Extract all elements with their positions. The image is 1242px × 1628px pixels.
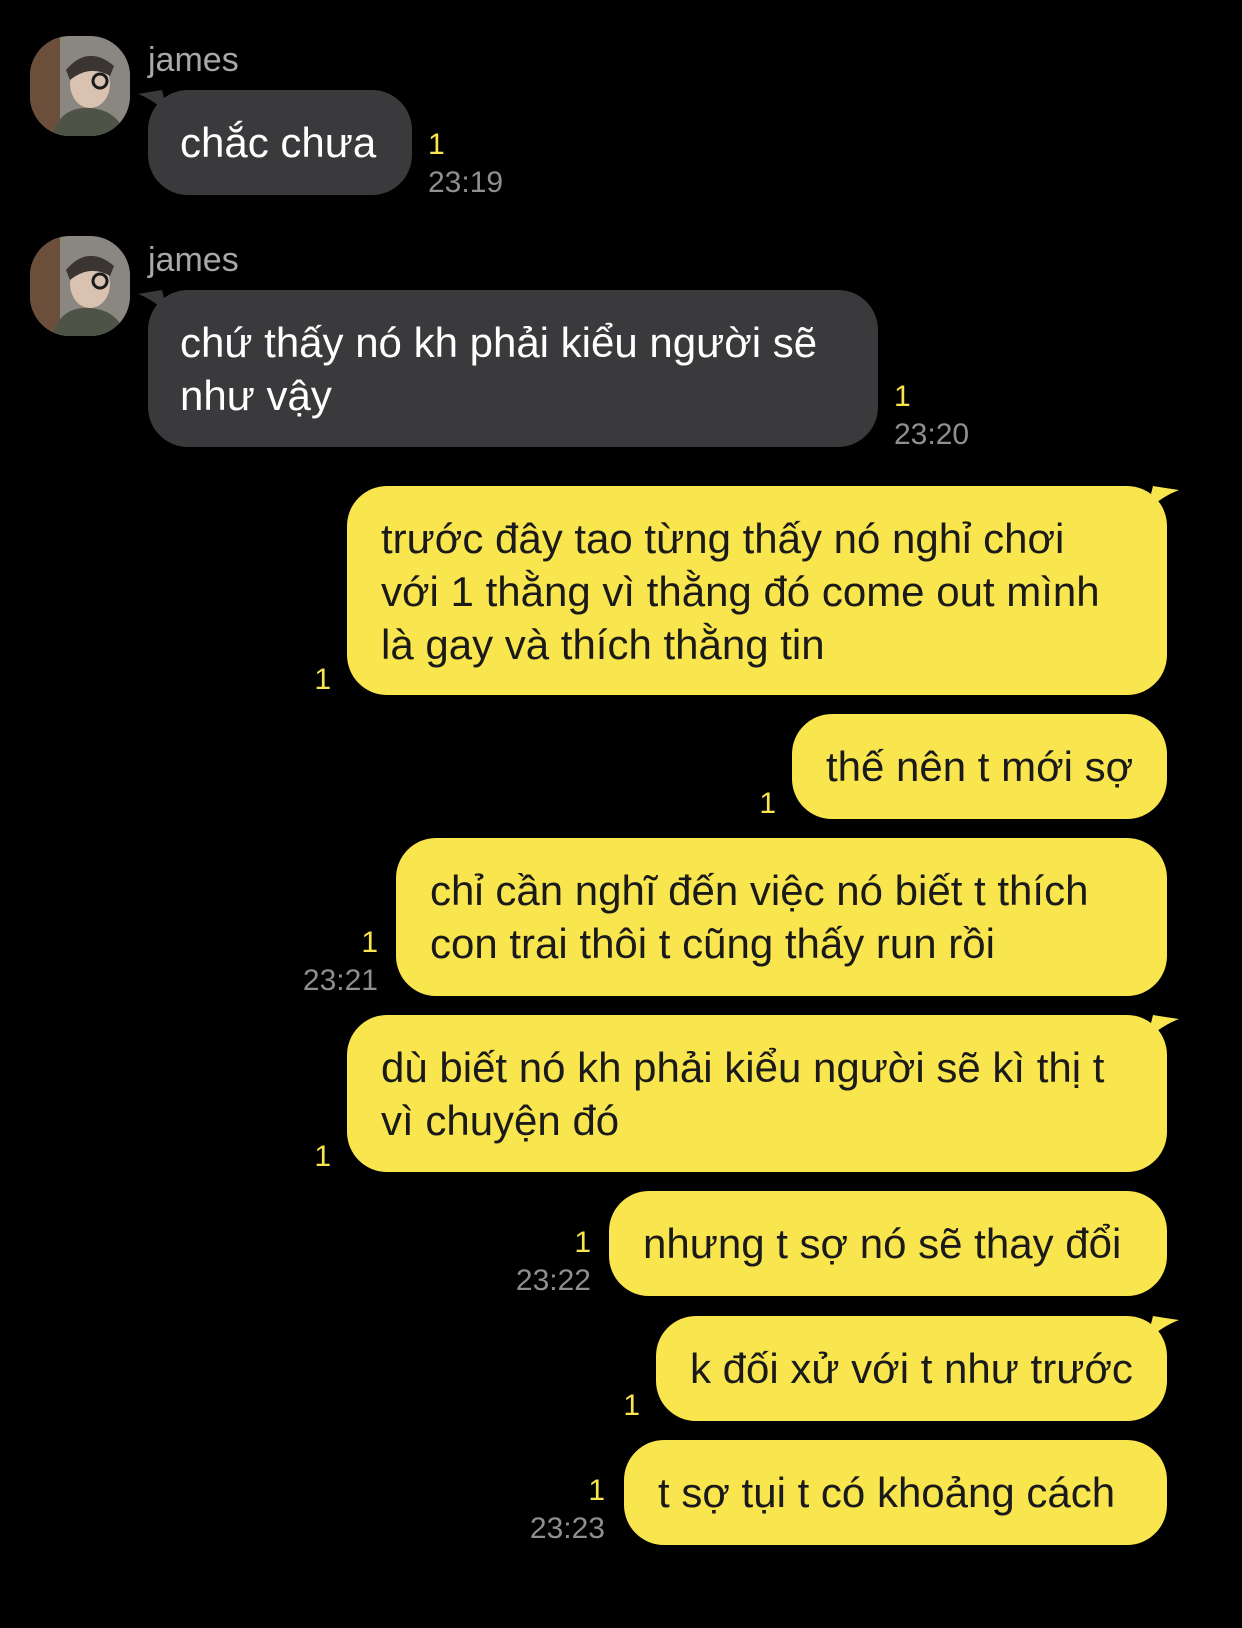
message-text: vì chuyện đó [381, 1097, 620, 1144]
avatar[interactable] [30, 36, 130, 136]
message-bubble-outgoing[interactable]: dù biết nó kh phải kiểu người sẽ kì thị … [347, 1015, 1179, 1172]
message-meta: 1 [314, 1138, 331, 1176]
message-timestamp: 23:23 [529, 1512, 605, 1545]
message-text: với 1 thằng vì thằng đó come out mình [381, 568, 1100, 615]
message-timestamp: 23:20 [894, 418, 970, 451]
message-bubble-outgoing[interactable]: chỉ cần nghĩ đến việc nó biết t thích co… [396, 838, 1167, 996]
unread-count: 1 [361, 926, 378, 959]
bubble-tail [138, 90, 168, 114]
message-text: chắc chưa [180, 119, 377, 166]
message-bubble-outgoing[interactable]: t sợ tụi t có khoảng cách [624, 1440, 1167, 1545]
unread-count: 1 [314, 663, 331, 696]
unread-count: 1 [759, 787, 776, 820]
message-bubble-incoming[interactable]: chứ thấy nó kh phải kiểu người sẽ như vậ… [138, 290, 878, 447]
message-text: nhưng t sợ nó sẽ thay đổi [643, 1220, 1122, 1267]
message-meta: 1 23:19 [428, 126, 503, 202]
message-text: t sợ tụi t có khoảng cách [658, 1469, 1116, 1516]
message-meta: 1 [623, 1387, 640, 1425]
unread-count: 1 [588, 1474, 605, 1507]
unread-count: 1 [623, 1389, 640, 1422]
message-meta: 1 23:21 [303, 924, 378, 1000]
message-meta: 1 23:20 [894, 378, 969, 454]
message-meta: 1 [314, 661, 331, 699]
message-meta: 1 23:23 [530, 1472, 605, 1548]
message-text: thế nên t mới sợ [826, 743, 1134, 790]
message-bubble-outgoing[interactable]: k đối xử với t như trước [656, 1316, 1179, 1421]
person-avatar-icon [30, 36, 130, 136]
message-meta: 1 [759, 785, 776, 823]
message-text: trước đây tao từng thấy nó nghỉ chơi [381, 515, 1065, 562]
message-text: chứ thấy nó kh phải kiểu người sẽ [180, 319, 818, 366]
unread-count: 1 [574, 1226, 591, 1259]
bubble-tail [1147, 1316, 1179, 1340]
message-bubble-outgoing[interactable]: trước đây tao từng thấy nó nghỉ chơi với… [347, 486, 1179, 695]
person-avatar-icon [30, 236, 130, 336]
unread-count: 1 [428, 128, 445, 161]
message-text: k đối xử với t như trước [690, 1345, 1133, 1392]
message-bubble-outgoing[interactable]: nhưng t sợ nó sẽ thay đổi [609, 1191, 1167, 1296]
bubble-tail [1147, 486, 1179, 510]
message-text: chỉ cần nghĩ đến việc nó biết t thích [430, 867, 1089, 914]
message-text: như vậy [180, 372, 332, 419]
bubble-tail [1147, 1015, 1179, 1039]
message-text: dù biết nó kh phải kiểu người sẽ kì thị … [381, 1044, 1105, 1091]
sender-name: james [148, 41, 239, 79]
sender-name: james [148, 241, 239, 279]
chat-message-list[interactable]: james chắc chưa 1 23:19 james chứ thấy n… [0, 0, 1242, 1628]
message-meta: 1 23:22 [516, 1224, 591, 1300]
message-timestamp: 23:19 [428, 166, 504, 199]
bubble-tail [138, 290, 168, 314]
message-timestamp: 23:22 [515, 1264, 591, 1297]
message-bubble-outgoing[interactable]: thế nên t mới sợ [792, 714, 1167, 819]
message-timestamp: 23:21 [302, 964, 378, 997]
message-text: con trai thôi t cũng thấy run rồi [430, 920, 995, 967]
unread-count: 1 [314, 1140, 331, 1173]
avatar[interactable] [30, 236, 130, 336]
message-bubble-incoming[interactable]: chắc chưa [138, 90, 412, 195]
unread-count: 1 [894, 380, 911, 413]
message-text: là gay và thích thằng tin [381, 621, 825, 668]
